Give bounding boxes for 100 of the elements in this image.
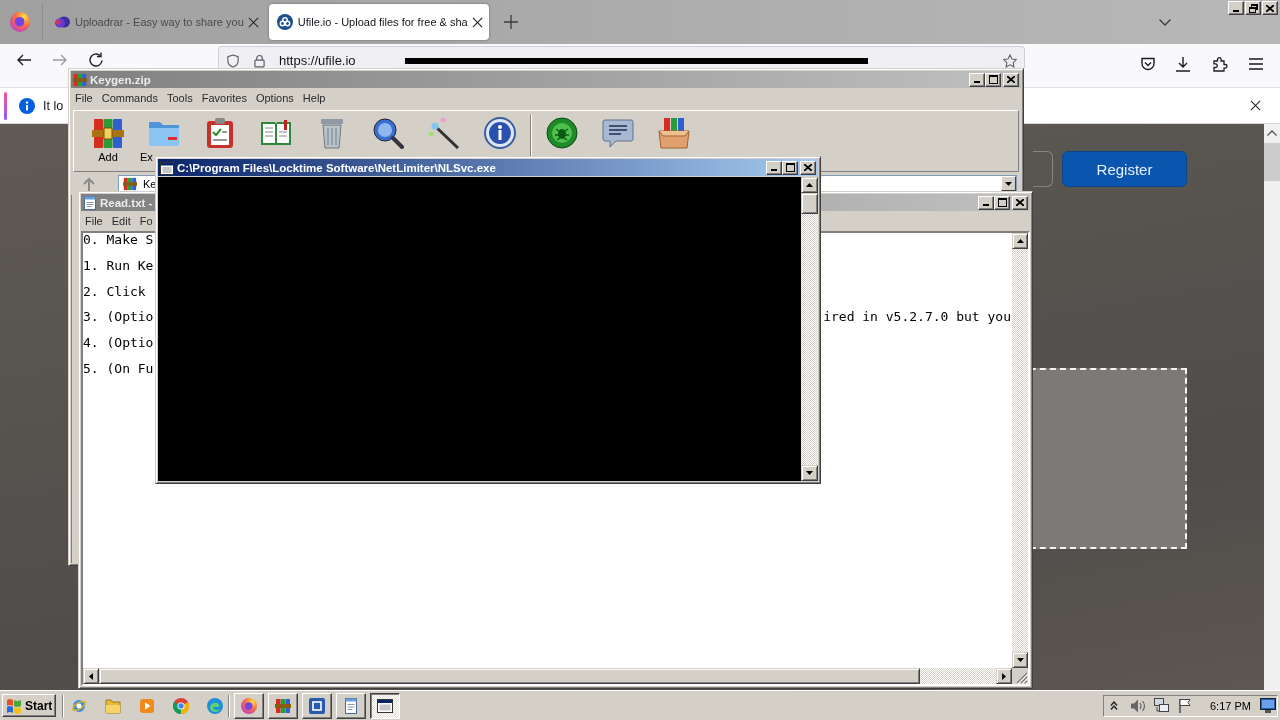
flame-circle-icon[interactable] (10, 12, 30, 32)
scroll-up-button[interactable] (801, 177, 818, 193)
close-icon[interactable] (471, 16, 483, 28)
menu-item[interactable]: Edit (111, 215, 131, 227)
maximize-button[interactable] (985, 72, 1001, 87)
flag-icon[interactable] (1178, 698, 1192, 713)
minimize-button[interactable] (1228, 1, 1244, 15)
speech-bubble-icon[interactable] (602, 117, 634, 149)
minimize-icon (771, 169, 777, 171)
close-icon[interactable] (247, 16, 259, 28)
clipboard-check-icon[interactable] (204, 117, 236, 149)
triangle-down-icon (1016, 658, 1024, 662)
bug-icon[interactable] (546, 117, 578, 149)
address-bar[interactable]: https://ufile.io (218, 46, 1025, 68)
size-grip-icon[interactable] (1016, 672, 1028, 684)
register-button[interactable]: Register (1062, 151, 1187, 187)
minimize-button[interactable] (978, 195, 994, 210)
scroll-up-button[interactable] (1012, 233, 1028, 249)
close-button[interactable] (800, 160, 816, 175)
dropdown-button[interactable] (1001, 176, 1016, 191)
maximize-icon (997, 198, 1007, 207)
orbit-globe-icon[interactable] (71, 697, 87, 714)
notepad-icon (83, 195, 97, 210)
triangle-up-icon (1016, 239, 1024, 243)
scroll-down-button[interactable] (1012, 652, 1028, 668)
scroll-down-button[interactable] (801, 465, 818, 481)
blob-logo-icon (54, 16, 70, 28)
shield-icon[interactable] (227, 54, 239, 68)
console-window-icon (160, 160, 174, 175)
taskbar-button[interactable] (370, 692, 400, 719)
close-icon (804, 164, 812, 171)
triangle-up-icon (806, 183, 813, 187)
notification-text: It lo (43, 98, 64, 113)
toolbar-label[interactable]: Ex (140, 151, 153, 163)
toolbar-label[interactable]: Add (98, 151, 118, 163)
download-icon[interactable] (1175, 56, 1191, 72)
star-icon[interactable] (1003, 54, 1017, 68)
desktop-icon[interactable] (1260, 698, 1276, 713)
menu-item[interactable]: File (75, 92, 93, 104)
browser-tab[interactable]: Uploadrar - Easy way to share you (46, 4, 265, 40)
info-icon[interactable] (484, 117, 516, 149)
back-arrow-icon[interactable] (16, 52, 32, 68)
pocket-icon[interactable] (1140, 56, 1156, 72)
books-stack-icon (275, 697, 291, 714)
minimize-button[interactable] (969, 72, 985, 87)
menu-item[interactable]: Fo (139, 215, 153, 227)
puzzle-piece-icon[interactable] (1212, 56, 1228, 72)
menu-item[interactable]: File (85, 215, 103, 227)
magic-wand-icon[interactable] (428, 117, 460, 149)
close-icon[interactable] (1250, 100, 1261, 111)
scroll-left-button[interactable] (83, 668, 99, 684)
text-line: 1. Run Ke (83, 258, 154, 273)
minimize-icon (1233, 9, 1239, 12)
close-icon (1007, 76, 1015, 83)
minimize-button[interactable] (766, 160, 782, 175)
reload-icon[interactable] (88, 52, 104, 68)
close-button[interactable] (1012, 195, 1028, 210)
maximize-button[interactable] (782, 160, 798, 175)
scroll-right-button[interactable] (996, 668, 1012, 684)
browser-tab[interactable]: Ufile.io - Upload files for free & sha (268, 4, 489, 40)
lock-icon[interactable] (254, 54, 265, 68)
menu-item[interactable]: Help (302, 92, 326, 104)
start-button[interactable]: Start (2, 694, 56, 717)
box-books-icon[interactable] (658, 117, 690, 149)
maximize-button[interactable] (994, 195, 1010, 210)
notepad-icon (343, 697, 359, 714)
chevron-up-icon[interactable] (1110, 701, 1118, 710)
triangle-down-icon (806, 471, 813, 475)
close-button[interactable] (1262, 1, 1278, 15)
scrollbar-thumb[interactable] (801, 193, 818, 214)
minimize-icon (974, 81, 980, 83)
console-window-icon (377, 697, 393, 714)
restore-button[interactable] (1245, 1, 1261, 15)
magnifier-icon[interactable] (372, 117, 404, 149)
text-line: 2. Click (83, 284, 146, 299)
menu-item[interactable]: Tools (167, 92, 193, 104)
chevron-down-icon[interactable] (1159, 18, 1171, 26)
menu-icon[interactable] (1248, 56, 1264, 72)
books-stack-icon[interactable] (92, 117, 124, 149)
menu-item[interactable]: Favorites (201, 92, 247, 104)
close-button[interactable] (1003, 72, 1019, 87)
menu-item[interactable]: Commands (101, 92, 158, 104)
speaker-icon[interactable] (1130, 698, 1146, 713)
triangle-right-icon (1002, 672, 1006, 680)
square-app-icon (309, 697, 325, 714)
text-fragment: ired in v5.2.7.0 but you (823, 310, 1011, 325)
forward-arrow-icon[interactable] (52, 52, 68, 68)
maximize-icon (988, 75, 998, 84)
triangle-left-icon (89, 672, 93, 680)
close-icon (1266, 4, 1274, 12)
network-icon[interactable] (1154, 698, 1169, 713)
scrollbar-thumb[interactable] (1264, 143, 1280, 181)
plus-icon[interactable] (503, 15, 518, 29)
chevron-up-icon[interactable] (1267, 130, 1277, 136)
books-stack-icon (73, 72, 87, 87)
window-title: Keygen.zip (90, 73, 151, 86)
menu-item[interactable]: Options (255, 92, 294, 104)
segmented-circle-icon[interactable] (173, 697, 189, 714)
close-icon (1016, 199, 1024, 206)
books-stack-icon (123, 176, 137, 191)
